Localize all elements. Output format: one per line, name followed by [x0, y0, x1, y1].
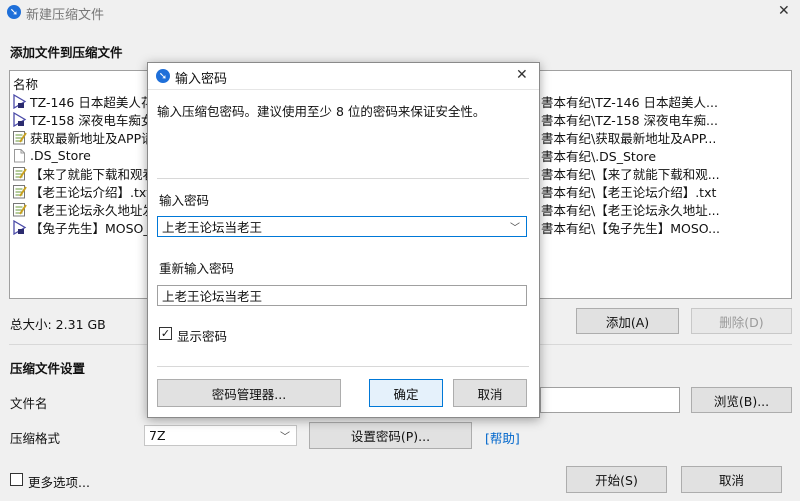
show-password-checkbox[interactable]: ✓ [159, 327, 172, 340]
text-file-icon [12, 184, 27, 199]
start-button[interactable]: 开始(S) [566, 466, 667, 493]
file-path: 書本有纪\【老王论坛介绍】.txt [541, 184, 717, 200]
file-name: 【老王论坛介绍】.txt [30, 184, 152, 200]
reenter-password-input[interactable]: 上老王论坛当老王 [157, 285, 527, 306]
browse-button[interactable]: 浏览(B)... [691, 387, 792, 413]
ok-button[interactable]: 确定 [369, 379, 443, 407]
text-file-icon [12, 202, 27, 217]
text-file-icon [12, 130, 27, 145]
file-name: 【来了就能下载和观看 [30, 166, 156, 182]
add-button[interactable]: 添加(A) [576, 308, 679, 334]
dialog-divider-top [157, 178, 529, 179]
file-path: 書本有纪\【老王论坛永久地址... [541, 202, 720, 218]
window-close-button[interactable]: ✕ [778, 3, 790, 19]
format-select[interactable]: 7Z ﹀ [144, 425, 297, 446]
video-file-icon [12, 93, 27, 109]
password-manager-button[interactable]: 密码管理器... [157, 379, 341, 407]
total-size: 总大小: 2.31 GB [10, 317, 106, 332]
dialog-description: 输入压缩包密码。建议使用至少 8 位的密码来保证安全性。 [157, 104, 486, 119]
dialog-close-button[interactable]: ✕ [516, 67, 528, 83]
file-path: 書本有纪\【来了就能下载和观... [541, 166, 720, 182]
footer-cancel-button[interactable]: 取消 [681, 466, 782, 493]
file-name: TZ-146 日本超美人花 [30, 94, 154, 110]
chevron-down-icon: ﹀ [280, 431, 290, 443]
password-input-value: 上老王论坛当老王 [162, 220, 263, 235]
app-icon: ➘ [7, 5, 21, 19]
password-input[interactable]: 上老王论坛当老王 ﹀ [157, 216, 527, 237]
format-select-value: 7Z [149, 428, 166, 443]
file-path: 書本有纪\TZ-158 深夜电车痴... [541, 112, 718, 128]
file-path: 書本有纪\.DS_Store [541, 148, 657, 164]
dialog-divider-bottom [157, 366, 529, 367]
reenter-password-label: 重新输入密码 [159, 261, 235, 276]
file-path: 書本有纪\获取最新地址及APP... [541, 130, 717, 146]
set-password-button[interactable]: 设置密码(P)... [309, 422, 472, 449]
dialog-title: 输入密码 [175, 72, 228, 87]
more-options-checkbox[interactable] [10, 473, 23, 486]
file-name: 【老王论坛永久地址发 [30, 202, 156, 218]
blank-file-icon [12, 148, 27, 163]
video-file-icon [12, 219, 27, 235]
dialog-title-divider [148, 89, 539, 90]
file-name: TZ-158 深夜电车痴女 [30, 112, 154, 128]
file-name: 获取最新地址及APP请 [30, 130, 154, 146]
help-link[interactable]: [帮助] [485, 428, 520, 447]
filename-label: 文件名 [10, 396, 48, 411]
video-file-icon [12, 111, 27, 127]
show-password-label[interactable]: 显示密码 [177, 326, 227, 345]
dialog-cancel-button[interactable]: 取消 [453, 379, 527, 407]
files-section-heading: 添加文件到压缩文件 [10, 45, 123, 60]
filename-input[interactable] [540, 387, 680, 413]
file-path: 書本有纪\【兔子先生】MOSO... [541, 220, 721, 236]
password-label: 输入密码 [159, 193, 210, 208]
settings-section-heading: 压缩文件设置 [10, 361, 86, 376]
format-label: 压缩格式 [10, 431, 61, 446]
column-header-name[interactable]: 名称 [13, 74, 38, 93]
password-dialog: ➘ 输入密码 ✕ 输入压缩包密码。建议使用至少 8 位的密码来保证安全性。 输入… [147, 62, 540, 418]
file-name: .DS_Store [30, 147, 91, 163]
window-title: 新建压缩文件 [26, 8, 105, 23]
more-options-label[interactable]: 更多选项... [28, 472, 90, 491]
file-path: 書本有纪\TZ-146 日本超美人... [541, 94, 718, 110]
text-file-icon [12, 166, 27, 181]
file-name: 【兔子先生】MOSO_ [30, 220, 150, 236]
chevron-down-icon[interactable]: ﹀ [510, 218, 520, 233]
delete-button[interactable]: 删除(D) [691, 308, 792, 334]
dialog-app-icon: ➘ [156, 69, 170, 83]
